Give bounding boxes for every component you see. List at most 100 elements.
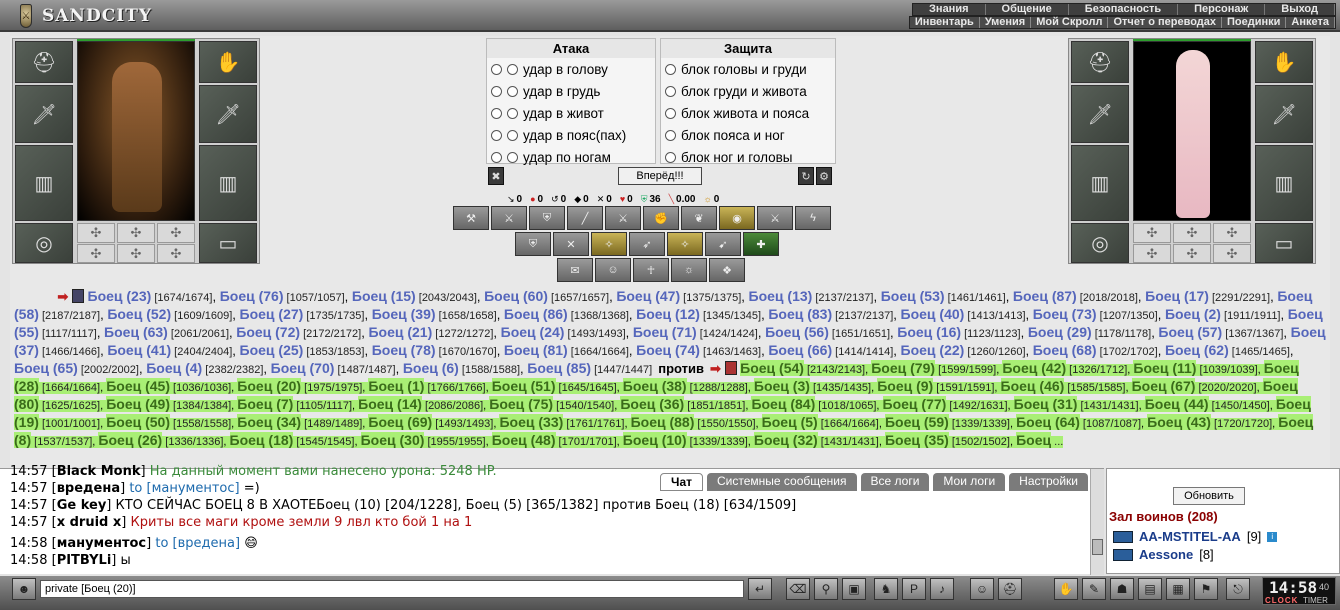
menu-communication[interactable]: Общение bbox=[986, 4, 1069, 15]
settings-icon[interactable]: ⚙ bbox=[816, 167, 832, 185]
fighter-name[interactable]: Боец (45) bbox=[106, 378, 170, 394]
trick-slash-icon[interactable]: ╱ bbox=[567, 206, 603, 230]
chat-recipient[interactable]: to [вредена] bbox=[155, 536, 244, 551]
fighter-name[interactable]: Боец (18) bbox=[229, 432, 294, 448]
fighter-name[interactable]: Боец (16) bbox=[897, 324, 961, 340]
map-icon[interactable]: ▦ bbox=[1166, 578, 1190, 600]
radio-icon[interactable] bbox=[665, 129, 676, 141]
fighter-name[interactable]: Боец (56) bbox=[765, 324, 829, 340]
send-icon[interactable]: ↵ bbox=[748, 578, 772, 600]
smiley-icon[interactable]: ☺ bbox=[970, 578, 994, 600]
rune-slot-icon[interactable]: ✣ bbox=[157, 244, 195, 263]
trick-spirit-icon[interactable]: ☼ bbox=[671, 258, 707, 282]
private-icon[interactable]: P bbox=[902, 578, 926, 600]
trick-guard-icon[interactable]: ⛨ bbox=[515, 232, 551, 256]
tab-all-logs[interactable]: Все логи bbox=[860, 473, 930, 491]
fighter-name[interactable]: Боец (23) bbox=[88, 288, 152, 304]
radio-icon[interactable] bbox=[665, 63, 676, 75]
fighter-name[interactable]: Боец (69) bbox=[368, 414, 433, 430]
fighter-name[interactable]: Боец (33) bbox=[499, 414, 564, 430]
filter-icon[interactable]: ⚲ bbox=[814, 578, 838, 600]
radio-icon[interactable] bbox=[507, 151, 518, 163]
fighter-name[interactable]: Боец (27) bbox=[240, 306, 304, 322]
walk-icon[interactable]: ♞ bbox=[874, 578, 898, 600]
armor-slot-icon[interactable]: ▥ bbox=[15, 145, 73, 221]
tab-my-logs[interactable]: Мои логи bbox=[933, 473, 1006, 491]
fighter-name[interactable]: Боец (76) bbox=[220, 288, 284, 304]
fighter-name[interactable]: Боец (59) bbox=[884, 414, 949, 430]
fighter-name[interactable]: Боец (75) bbox=[489, 396, 554, 412]
fighter-name[interactable]: Боец (73) bbox=[1033, 306, 1097, 322]
radio-icon[interactable] bbox=[665, 107, 676, 119]
fighter-name[interactable]: Боец (11) bbox=[1133, 360, 1197, 376]
scroll-thumb[interactable] bbox=[1092, 539, 1103, 555]
fighter-name[interactable]: Боец (60) bbox=[484, 288, 548, 304]
fighter-name[interactable]: Боец (71) bbox=[633, 324, 697, 340]
trick-bless-icon[interactable]: ✧ bbox=[591, 232, 627, 256]
radio-icon[interactable] bbox=[491, 85, 502, 97]
fighter-name[interactable]: Боец (22) bbox=[901, 342, 965, 358]
refresh-button[interactable]: Обновить bbox=[1173, 487, 1245, 505]
fighter-name[interactable]: Боец (35) bbox=[884, 432, 949, 448]
trick-wings-icon[interactable]: ❦ bbox=[681, 206, 717, 230]
rune-slot-icon[interactable]: ✣ bbox=[1173, 244, 1211, 263]
fighter-name[interactable]: Боец (14) bbox=[358, 396, 422, 412]
fighter-name[interactable]: Боец (77) bbox=[882, 396, 947, 412]
boots-slot-icon[interactable]: ▭ bbox=[1255, 223, 1313, 263]
submenu-my-scroll[interactable]: Мой Скролл bbox=[1031, 17, 1109, 28]
block-chest-stomach[interactable]: блок груди и живота bbox=[661, 80, 835, 102]
radio-icon[interactable] bbox=[507, 85, 518, 97]
tab-chat[interactable]: Чат bbox=[660, 473, 703, 491]
menu-character[interactable]: Персонаж bbox=[1178, 4, 1266, 15]
offhand-sword-slot-icon[interactable]: 🗡 bbox=[199, 85, 257, 143]
chat-nick[interactable]: Black Monk bbox=[57, 464, 141, 479]
radio-icon[interactable] bbox=[491, 107, 502, 119]
fighter-name[interactable]: Боец (1) bbox=[368, 378, 425, 394]
fighter-name[interactable]: Боец (81) bbox=[504, 342, 568, 358]
fighter-name[interactable]: Боец (10) bbox=[622, 432, 687, 448]
ring-slot-icon[interactable]: ✣ bbox=[117, 223, 155, 243]
refresh-icon[interactable]: ↻ bbox=[798, 167, 814, 185]
attack-chest[interactable]: удар в грудь bbox=[487, 80, 655, 102]
fighter-name[interactable]: Боец (17) bbox=[1145, 288, 1209, 304]
fighter-name[interactable]: Боец (83) bbox=[768, 306, 832, 322]
menu-exit[interactable]: Выход bbox=[1265, 4, 1335, 15]
fighter-name[interactable]: Боец (53) bbox=[881, 288, 945, 304]
fighter-name[interactable]: Боец (50) bbox=[106, 414, 170, 430]
radio-icon[interactable] bbox=[491, 129, 502, 141]
submenu-inventory[interactable]: Инвентарь bbox=[910, 17, 980, 28]
attack-head[interactable]: удар в голову bbox=[487, 58, 655, 80]
attack-belt[interactable]: удар в пояс(пах) bbox=[487, 124, 655, 146]
trick-feather-icon[interactable]: ➹ bbox=[705, 232, 741, 256]
menu-security[interactable]: Безопасность bbox=[1069, 4, 1179, 15]
offhand-sword-slot-icon[interactable]: 🗡 bbox=[1255, 85, 1313, 143]
submenu-duels[interactable]: Поединки bbox=[1222, 17, 1287, 28]
fighter-name[interactable]: Боец (25) bbox=[240, 342, 304, 358]
fighter-name[interactable]: Боец (24) bbox=[501, 324, 565, 340]
ring-slot-icon[interactable]: ✣ bbox=[157, 223, 195, 243]
trick-blades-icon[interactable]: ⚔ bbox=[605, 206, 641, 230]
radio-icon[interactable] bbox=[507, 129, 518, 141]
fighter-name[interactable]: Боец (20) bbox=[237, 378, 302, 394]
block-legs-head[interactable]: блок ног и головы bbox=[661, 146, 835, 168]
fighter-name[interactable]: Боец (85) bbox=[527, 360, 591, 376]
book-icon[interactable]: ▤ bbox=[1138, 578, 1162, 600]
hand-icon[interactable]: ✋ bbox=[1054, 578, 1078, 600]
chat-nick[interactable]: манументос bbox=[57, 536, 146, 551]
user-row[interactable]: Aessone [8] bbox=[1113, 547, 1214, 562]
trick-swords-icon[interactable]: ⚔ bbox=[757, 206, 793, 230]
helmet-icon[interactable]: ⛑ bbox=[998, 578, 1022, 600]
ring-slot-icon[interactable]: ✣ bbox=[1133, 223, 1171, 243]
fighter-name[interactable]: Боец bbox=[1016, 432, 1052, 448]
fighter-name[interactable]: Боец (3) bbox=[753, 378, 810, 394]
fighter-name[interactable]: Боец (86) bbox=[504, 306, 568, 322]
chat-scrollbar[interactable] bbox=[1090, 469, 1104, 575]
fighter-name[interactable]: Боец (4) bbox=[146, 360, 202, 376]
flag-icon[interactable]: ⚑ bbox=[1194, 578, 1218, 600]
radio-icon[interactable] bbox=[507, 107, 518, 119]
fighter-name[interactable]: Боец (51) bbox=[491, 378, 556, 394]
chat-recipient[interactable]: to [манументос] bbox=[129, 481, 243, 496]
block-head-chest[interactable]: блок головы и груди bbox=[661, 58, 835, 80]
fighter-name[interactable]: Боец (49) bbox=[106, 396, 170, 412]
fighter-name[interactable]: Боец (72) bbox=[236, 324, 300, 340]
